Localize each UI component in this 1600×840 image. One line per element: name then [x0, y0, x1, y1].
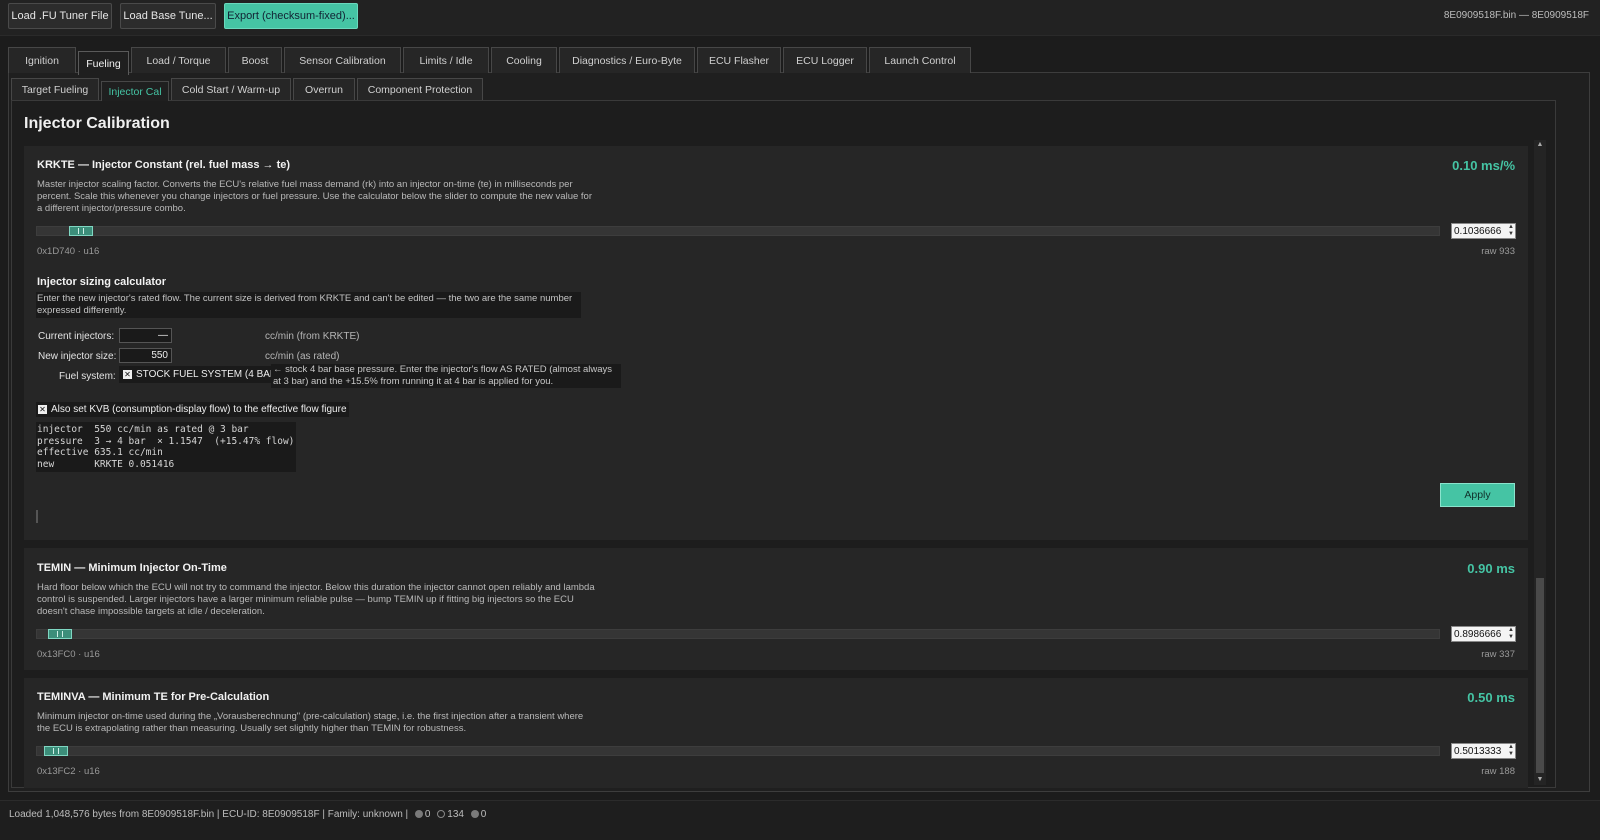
current-injectors-unit: cc/min (from KRKTE)	[265, 331, 360, 342]
tab-component-protection[interactable]: Component Protection	[357, 78, 483, 100]
teminva-slider-thumb[interactable]	[44, 746, 68, 756]
tab-limits-idle[interactable]: Limits / Idle	[403, 47, 489, 73]
krkte-title: KRKTE — Injector Constant (rel. fuel mas…	[37, 159, 291, 171]
fuel-system-label: Fuel system:	[59, 371, 116, 382]
new-injector-unit: cc/min (as rated)	[265, 351, 340, 362]
krkte-raw: raw 933	[1481, 246, 1515, 257]
status-dot-icon	[414, 810, 423, 818]
kvb-label: Also set KVB (consumption-display flow) …	[51, 404, 347, 415]
status-bar: Loaded 1,048,576 bytes from 8E0909518F.b…	[0, 800, 1600, 840]
spin-arrows-icon[interactable]: ▲ ▼	[1508, 627, 1514, 641]
tab-sensor-calibration[interactable]: Sensor Calibration	[284, 47, 401, 73]
spin-arrows-icon[interactable]: ▲ ▼	[1508, 224, 1514, 238]
status-count-2: 134	[447, 809, 464, 820]
vertical-scrollbar[interactable]: ▲ ▼	[1534, 140, 1546, 785]
checkbox-icon: ✕	[38, 405, 47, 414]
temin-address: 0x13FC0 · u16	[37, 649, 100, 660]
temin-value: 0.90 ms	[1467, 561, 1515, 576]
tab-injector-cal[interactable]: Injector Cal	[101, 81, 169, 101]
krkte-address: 0x1D740 · u16	[37, 246, 100, 257]
spin-arrows-icon[interactable]: ▲ ▼	[1508, 744, 1514, 758]
export-button[interactable]: Export (checksum-fixed)...	[224, 3, 358, 29]
current-injectors-field: —	[119, 328, 172, 343]
tab-fueling[interactable]: Fueling	[78, 51, 129, 75]
teminva-spinbox-value: 0.5013333	[1454, 745, 1502, 757]
scroll-up-icon[interactable]: ▲	[1534, 140, 1546, 150]
tab-ecu-flasher[interactable]: ECU Flasher	[697, 47, 781, 73]
krkte-slider-thumb[interactable]	[69, 226, 93, 236]
tab-launch-control[interactable]: Launch Control	[869, 47, 971, 73]
tab-boost[interactable]: Boost	[228, 47, 282, 73]
teminva-spinbox[interactable]: 0.5013333 ▲ ▼	[1451, 743, 1516, 759]
temin-spinbox[interactable]: 0.8986666 ▲ ▼	[1451, 626, 1516, 642]
krkte-spinbox-value: 0.1036666	[1454, 225, 1502, 237]
temin-slider-thumb[interactable]	[48, 629, 72, 639]
teminva-slider[interactable]	[36, 746, 1440, 756]
teminva-value: 0.50 ms	[1467, 690, 1515, 705]
tab-ecu-logger[interactable]: ECU Logger	[783, 47, 867, 73]
krkte-description: Master injector scaling factor. Converts…	[37, 179, 592, 214]
file-id-label: 8E0909518F.bin — 8E0909518F	[1443, 10, 1589, 21]
status-dot-icon	[470, 810, 479, 818]
fuel-system-checkbox[interactable]: ✕ STOCK FUEL SYSTEM (4 BAR)	[119, 366, 285, 383]
temin-title: TEMIN — Minimum Injector On-Time	[37, 562, 227, 574]
status-text: Loaded 1,048,576 bytes from 8E0909518F.b…	[9, 809, 486, 820]
apply-button[interactable]: Apply	[1440, 483, 1515, 507]
fuel-system-note: ← stock 4 bar base pressure. Enter the i…	[271, 364, 621, 388]
top-toolbar: Load .FU Tuner File Load Base Tune... Ex…	[0, 0, 1600, 36]
tab-cold-start[interactable]: Cold Start / Warm-up	[171, 78, 291, 100]
tab-cooling[interactable]: Cooling	[491, 47, 557, 73]
krkte-slider[interactable]	[36, 226, 1440, 236]
kvb-checkbox[interactable]: ✕ Also set KVB (consumption-display flow)…	[36, 402, 349, 417]
new-injector-size-input[interactable]: 550	[119, 348, 172, 363]
calculator-description: Enter the new injector's rated flow. The…	[36, 292, 581, 318]
new-injector-label: New injector size:	[38, 351, 117, 362]
tab-target-fueling[interactable]: Target Fueling	[11, 78, 99, 100]
teminva-title: TEMINVA — Minimum TE for Pre-Calculation	[37, 691, 270, 703]
temin-description: Hard floor below which the ECU will not …	[37, 582, 595, 617]
tab-load-torque[interactable]: Load / Torque	[131, 47, 226, 73]
calculator-output: injector 550 cc/min as rated @ 3 bar pre…	[36, 422, 296, 472]
status-count-1: 0	[424, 809, 431, 820]
temin-raw: raw 337	[1481, 649, 1515, 660]
teminva-description: Minimum injector on-time used during the…	[37, 711, 584, 734]
teminva-address: 0x13FC2 · u16	[37, 766, 100, 777]
scroll-down-icon[interactable]: ▼	[1534, 775, 1546, 785]
scrollbar-thumb[interactable]	[1536, 578, 1544, 773]
current-injectors-label: Current injectors:	[38, 331, 115, 342]
page-title: Injector Calibration	[24, 115, 170, 132]
load-base-tune-button[interactable]: Load Base Tune...	[120, 3, 216, 29]
checkbox-icon: ✕	[123, 370, 132, 379]
load-fu-button[interactable]: Load .FU Tuner File	[8, 3, 112, 29]
teminva-raw: raw 188	[1481, 766, 1515, 777]
tab-ignition[interactable]: Ignition	[8, 47, 76, 73]
status-ring-icon	[437, 810, 446, 818]
text-caret	[36, 510, 38, 523]
status-message: Loaded 1,048,576 bytes from 8E0909518F.b…	[9, 809, 409, 820]
krkte-card: KRKTE — Injector Constant (rel. fuel mas…	[24, 146, 1528, 540]
temin-card: TEMIN — Minimum Injector On-Time 0.90 ms…	[24, 548, 1528, 670]
tab-diagnostics[interactable]: Diagnostics / Euro-Byte	[559, 47, 695, 73]
fuel-system-value: STOCK FUEL SYSTEM (4 BAR)	[136, 369, 281, 380]
status-count-3: 0	[480, 809, 487, 820]
temin-spinbox-value: 0.8986666	[1454, 628, 1502, 640]
krkte-value: 0.10 ms/%	[1452, 158, 1515, 173]
calculator-title: Injector sizing calculator	[37, 276, 166, 288]
teminva-card: TEMINVA — Minimum TE for Pre-Calculation…	[24, 678, 1528, 788]
krkte-spinbox[interactable]: 0.1036666 ▲ ▼	[1451, 223, 1516, 239]
tab-overrun[interactable]: Overrun	[293, 78, 355, 100]
temin-slider[interactable]	[36, 629, 1440, 639]
